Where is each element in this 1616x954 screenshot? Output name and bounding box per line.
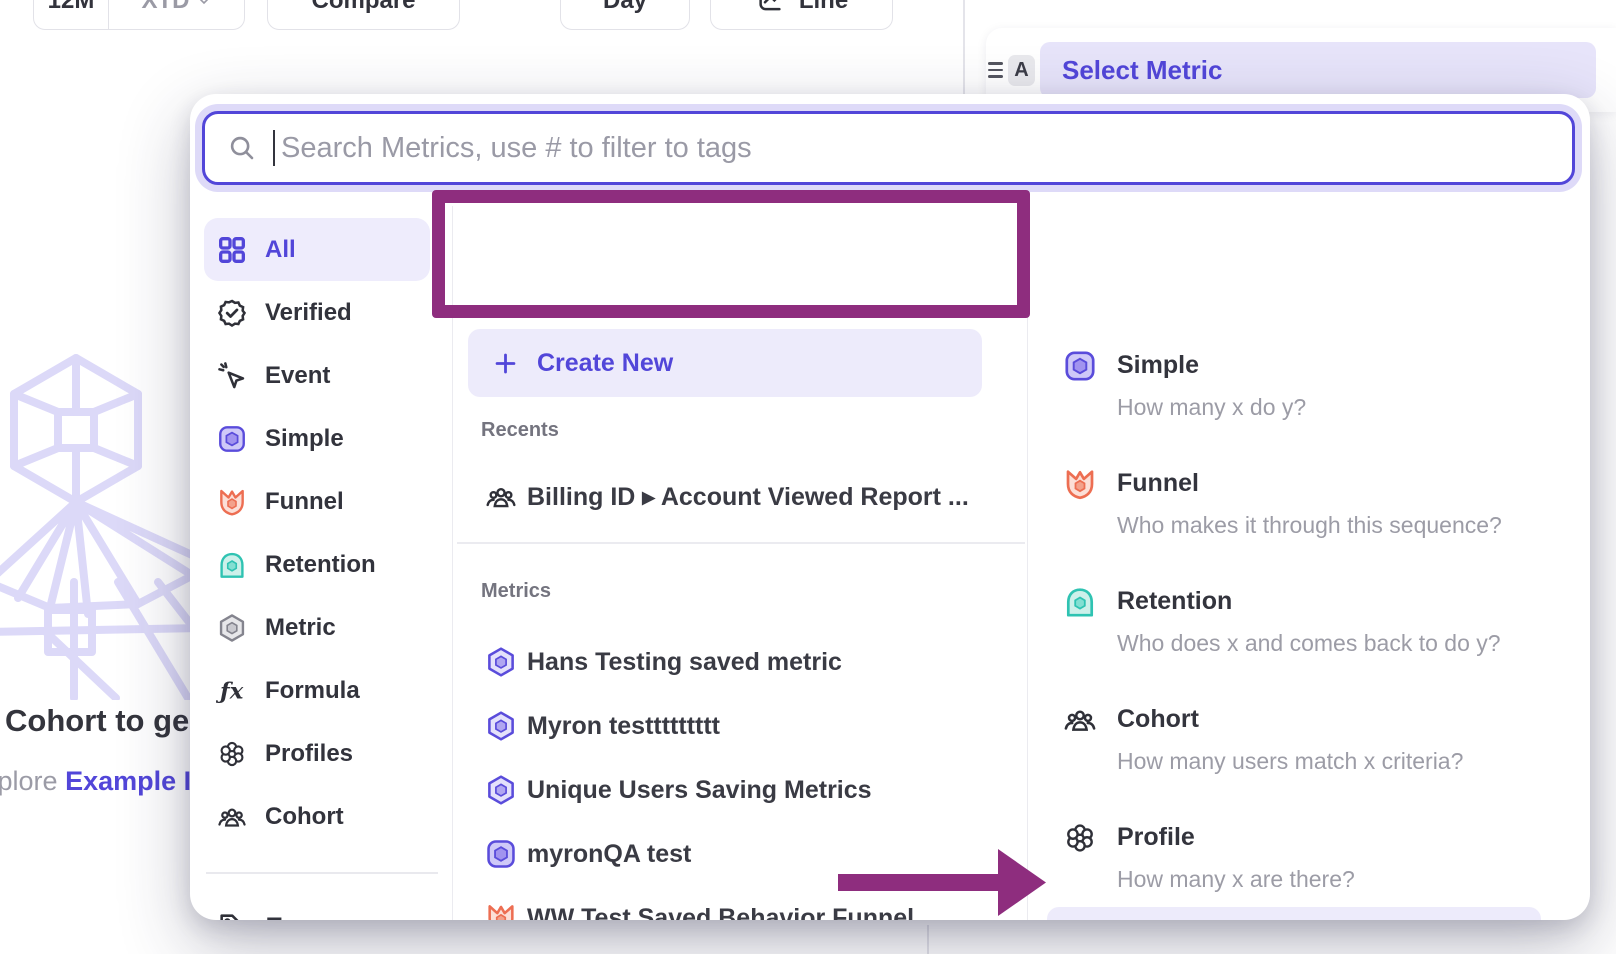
date-range-control[interactable]: 12M XTD	[33, 0, 245, 30]
search-icon	[227, 133, 257, 163]
sidebar-item-event[interactable]: Event	[190, 344, 452, 407]
verified-icon	[216, 297, 248, 329]
type-simple[interactable]: Simple How many x do y?	[1062, 348, 1306, 422]
create-new-button[interactable]: Create New	[468, 329, 982, 397]
sidebar-item-all[interactable]: All	[204, 218, 430, 281]
metric-search-bar[interactable]	[202, 111, 1575, 185]
profile-icon	[1062, 820, 1098, 856]
custom-event-arrow-annotation	[830, 845, 1050, 919]
cohort-icon	[1062, 702, 1098, 738]
funnel-icon	[484, 901, 518, 920]
sidebar-item-simple[interactable]: Simple	[190, 407, 452, 470]
metric-list-item[interactable]: myronQA test	[484, 822, 691, 886]
profiles-icon	[216, 738, 248, 770]
range-12m-button[interactable]: 12M	[34, 0, 109, 29]
drag-handle-icon[interactable]	[988, 62, 1003, 77]
event-icon	[216, 360, 248, 392]
metric-hexagon-icon	[484, 773, 518, 807]
chevron-down-icon	[196, 0, 212, 9]
search-input[interactable]	[279, 131, 1550, 166]
sidebar-item-funnel[interactable]: Funnel	[190, 470, 452, 533]
series-badge: A	[1008, 55, 1035, 86]
tag-icon	[216, 910, 250, 921]
range-xtd-button[interactable]: XTD	[109, 0, 244, 29]
line-chart-type-button[interactable]: Line	[710, 0, 893, 30]
sidebar-item-formula[interactable]: ƒx Formula	[190, 659, 452, 722]
svg-text:ƒx: ƒx	[216, 678, 244, 704]
day-button[interactable]: Day	[560, 0, 690, 30]
sidebar-item-verified[interactable]: Verified	[190, 281, 452, 344]
funnel-icon	[216, 486, 248, 518]
select-metric-field[interactable]: Select Metric	[1040, 42, 1596, 98]
metric-list-item[interactable]: Unique Users Saving Metrics	[484, 758, 872, 822]
retention-icon	[216, 549, 248, 581]
background-wireframe-illustration	[0, 330, 203, 700]
example-link[interactable]: Example I	[65, 766, 191, 796]
sidebar-item-cohort[interactable]: Cohort	[190, 785, 452, 848]
metric-types-column: Simple How many x do y? Funnel Who makes…	[1028, 206, 1590, 920]
metric-list-item[interactable]: Hans Testing saved metric	[484, 630, 842, 694]
background-heading-partial: Cohort to ge	[5, 703, 189, 739]
recents-divider	[457, 542, 1025, 544]
page-divider-bottom	[927, 925, 929, 954]
grid-icon	[216, 234, 248, 266]
simple-icon	[484, 837, 518, 871]
sidebar-item-metric[interactable]: Metric	[190, 596, 452, 659]
retention-icon	[1062, 584, 1098, 620]
metrics-header: Metrics	[481, 580, 551, 603]
sidebar-item-profiles[interactable]: Profiles	[190, 722, 452, 785]
cohort-icon	[216, 801, 248, 833]
sidebar-divider	[206, 872, 438, 874]
sidebar-item-retention[interactable]: Retention	[190, 533, 452, 596]
background-explore-line: xplore Example I	[0, 766, 191, 797]
text-cursor	[273, 130, 275, 166]
recents-header: Recents	[481, 419, 559, 442]
formula-icon: ƒx	[216, 675, 248, 707]
metric-hexagon-icon	[484, 709, 518, 743]
type-retention[interactable]: Retention Who does x and comes back to d…	[1062, 584, 1501, 658]
metric-hexagon-icon	[484, 645, 518, 679]
create-new-highlight-annotation	[432, 190, 1030, 318]
type-filter-sidebar: All Verified Event Simple	[190, 218, 452, 874]
metric-list-item[interactable]: Myron testtttttttt	[484, 694, 720, 758]
type-custom-event[interactable]: Custom Event Build your own event defini…	[1047, 907, 1541, 920]
recent-item-billing[interactable]: Billing ID ▸ Account Viewed Report ...	[484, 469, 969, 525]
type-cohort[interactable]: Cohort How many users match x criteria?	[1062, 702, 1463, 776]
cohort-icon	[484, 480, 518, 514]
compare-button[interactable]: Compare	[267, 0, 460, 30]
funnel-icon	[1062, 466, 1098, 502]
type-funnel[interactable]: Funnel Who makes it through this sequenc…	[1062, 466, 1502, 540]
simple-icon	[1062, 348, 1098, 384]
type-profile[interactable]: Profile How many x are there?	[1062, 820, 1355, 894]
sidebar-item-partial[interactable]: T	[216, 895, 282, 920]
metric-icon	[216, 612, 248, 644]
simple-icon	[216, 423, 248, 455]
line-chart-icon	[755, 0, 785, 16]
plus-icon	[492, 350, 519, 377]
